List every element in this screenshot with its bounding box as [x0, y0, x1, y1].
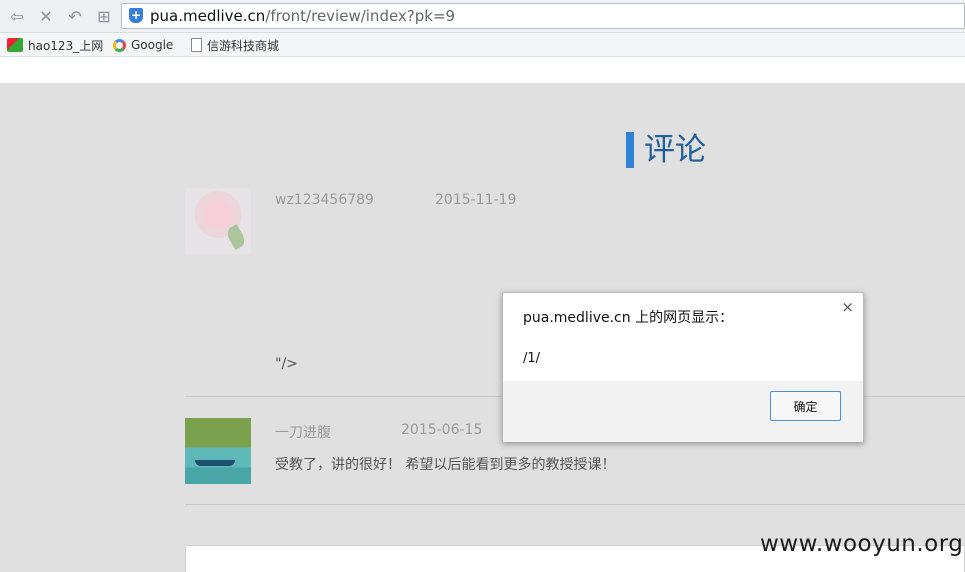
apps-grid-icon[interactable]: ⊞: [94, 6, 114, 26]
page-icon: [191, 38, 202, 52]
hao123-icon: [7, 38, 23, 52]
comment-text: "/>: [275, 356, 298, 372]
undo-icon[interactable]: ↶: [65, 6, 85, 26]
browser-toolbar: ⇦ ✕ ↶ ⊞ + pua.medlive.cn/front/review/in…: [0, 0, 965, 33]
comment-username[interactable]: 一刀进腹: [275, 422, 331, 442]
stop-icon[interactable]: ✕: [36, 6, 56, 26]
bookmark-hao123[interactable]: hao123_上网: [7, 37, 103, 53]
avatar[interactable]: [185, 418, 251, 484]
page-title: 评论: [626, 132, 706, 168]
bookmark-xinyou[interactable]: 信游科技商城: [191, 37, 279, 53]
bookmark-label: hao123_上网: [28, 38, 104, 53]
dialog-footer: 确定: [503, 381, 863, 442]
ok-button[interactable]: 确定: [770, 391, 841, 421]
back-icon[interactable]: ⇦: [7, 6, 27, 26]
page-header-strip: [0, 58, 965, 83]
comment-date: 2015-06-15: [401, 422, 483, 438]
address-url[interactable]: pua.medlive.cn/front/review/index?pk=9: [150, 7, 455, 25]
comment-text: 受教了，讲的很好！ 希望以后能看到更多的教授授课！: [275, 457, 616, 473]
google-icon: [113, 38, 126, 52]
dialog-title: pua.medlive.cn 上的网页显示：: [523, 310, 734, 326]
url-path: /front/review/index?pk=9: [265, 7, 456, 25]
watermark: www.wooyun.org: [760, 531, 964, 557]
bookmark-google[interactable]: Google: [113, 37, 173, 53]
title-accent-bar: [626, 132, 634, 168]
bookmarks-bar: hao123_上网 Google 信游科技商城: [0, 33, 965, 57]
address-bar[interactable]: + pua.medlive.cn/front/review/index?pk=9: [121, 3, 965, 29]
dialog-message: /1/: [523, 351, 541, 366]
avatar[interactable]: [185, 188, 251, 254]
comment-divider: [185, 504, 965, 505]
close-icon[interactable]: ×: [841, 300, 854, 315]
alert-dialog: pua.medlive.cn 上的网页显示： × /1/ 确定: [502, 292, 864, 442]
comment-date: 2015-11-19: [435, 192, 517, 208]
dialog-body: /1/: [503, 339, 863, 381]
dialog-header: pua.medlive.cn 上的网页显示： ×: [503, 293, 863, 339]
page-title-text: 评论: [644, 132, 706, 168]
comment-username[interactable]: wz123456789: [275, 192, 374, 208]
bookmark-label: 信游科技商城: [207, 38, 280, 53]
bookmark-label: Google: [131, 38, 174, 52]
url-host: pua.medlive.cn: [150, 7, 266, 25]
security-shield-icon: +: [129, 8, 143, 23]
